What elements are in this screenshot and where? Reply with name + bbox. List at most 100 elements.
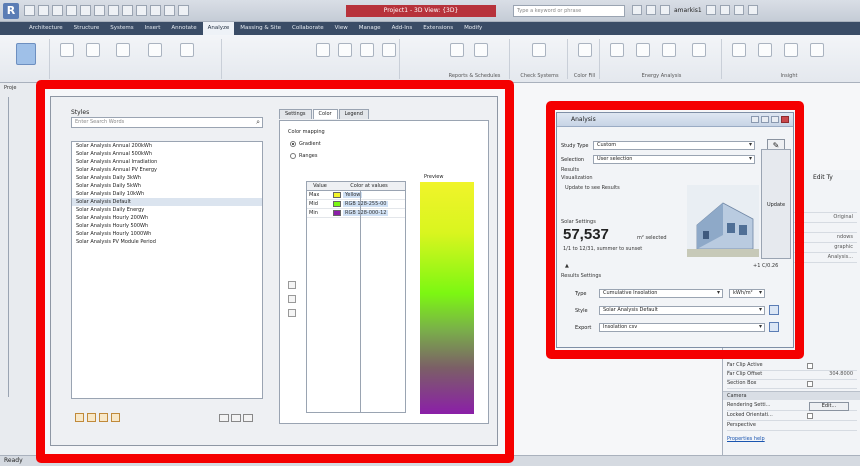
tab-settings[interactable]: Settings: [279, 109, 312, 119]
style-select[interactable]: Solar Analysis Default: [599, 306, 765, 315]
maximize-icon[interactable]: [771, 116, 779, 123]
app-menu-button[interactable]: R: [3, 3, 19, 19]
energy-model-icon[interactable]: [662, 43, 676, 57]
new-style-icon[interactable]: [75, 413, 84, 422]
color-table-row[interactable]: Mid RGB 128-255-00: [307, 200, 405, 209]
close-icon[interactable]: [781, 116, 789, 123]
modify-icon[interactable]: [16, 43, 36, 65]
selection-select[interactable]: User selection: [593, 155, 755, 164]
pin-icon[interactable]: [751, 116, 759, 123]
adjust-icon[interactable]: [116, 43, 130, 57]
far-clip-checkbox[interactable]: [807, 363, 813, 369]
color-table-row[interactable]: Max Yellow: [307, 191, 405, 200]
section-icon[interactable]: [136, 5, 147, 16]
boundary-icon[interactable]: [86, 43, 100, 57]
ribbon-tab-extensions[interactable]: Extensions: [418, 22, 458, 35]
location-icon[interactable]: [610, 43, 624, 57]
color-swatch[interactable]: [333, 192, 341, 198]
ribbon-tab-view[interactable]: View: [330, 22, 353, 35]
grid-view-icon[interactable]: [243, 414, 253, 422]
style-list-item[interactable]: Solar Analysis Hourly 200Wh: [72, 214, 262, 222]
user-name[interactable]: amarkis1: [674, 7, 702, 14]
rendering-edit-button[interactable]: Edit...: [809, 402, 849, 411]
ribbon-tab-manage[interactable]: Manage: [354, 22, 386, 35]
ribbon-tab-collaborate[interactable]: Collaborate: [287, 22, 329, 35]
ribbon-tab-analyze[interactable]: Analyze: [202, 22, 235, 35]
insight-icon[interactable]: [732, 43, 746, 57]
styles-filter-input[interactable]: Enter Search Words ⌕: [71, 117, 263, 128]
style-list-item[interactable]: Solar Analysis Daily Energy: [72, 206, 262, 214]
color-swatch[interactable]: [333, 210, 341, 216]
style-list-item[interactable]: Solar Analysis Daily 10kWh: [72, 190, 262, 198]
ribbon-tab-add-ins[interactable]: Add-Ins: [387, 22, 418, 35]
move-down-icon[interactable]: [288, 309, 296, 317]
heating-icon[interactable]: [758, 43, 772, 57]
switch-windows-icon[interactable]: [178, 5, 189, 16]
unit-select[interactable]: kWh/m²: [729, 289, 765, 298]
ranges-radio[interactable]: [290, 153, 296, 159]
undo-icon[interactable]: [52, 5, 63, 16]
styles-list[interactable]: Solar Analysis Annual 200kWh Solar Analys…: [71, 141, 263, 399]
locked-checkbox[interactable]: [807, 413, 813, 419]
save-icon[interactable]: [38, 5, 49, 16]
loads-icon[interactable]: [60, 43, 74, 57]
style-list-item[interactable]: Solar Analysis Annual Irradiation: [72, 158, 262, 166]
energy-settings-icon[interactable]: [636, 43, 650, 57]
duplicate-style-icon[interactable]: [87, 413, 96, 422]
add-row-icon[interactable]: [288, 281, 296, 289]
open-icon[interactable]: [24, 5, 35, 16]
tab-legend[interactable]: Legend: [338, 109, 369, 119]
binoculars-icon[interactable]: [632, 5, 642, 15]
text-icon[interactable]: [108, 5, 119, 16]
style-list-item[interactable]: Solar Analysis Annual PV Energy: [72, 166, 262, 174]
reset-icon[interactable]: [148, 43, 162, 57]
help-icon[interactable]: [719, 5, 730, 15]
minimize-icon[interactable]: [761, 116, 769, 123]
property-row-far-clip-active[interactable]: Far Clip Active: [727, 362, 857, 371]
section-box-checkbox[interactable]: [807, 381, 813, 387]
property-row-locked[interactable]: Locked Orientati...: [727, 412, 857, 421]
export-icon[interactable]: [769, 322, 779, 332]
search-input[interactable]: Type a keyword or phrase: [513, 5, 625, 17]
lighting-icon[interactable]: [784, 43, 798, 57]
rename-style-icon[interactable]: [99, 413, 108, 422]
color-row-value[interactable]: RGB 128-000-12: [343, 210, 389, 216]
thin-lines-icon[interactable]: [150, 5, 161, 16]
search-icon[interactable]: ⌕: [256, 118, 260, 127]
style-list-item[interactable]: Solar Analysis Annual 200kWh: [72, 142, 262, 150]
ribbon-tab-massing-site[interactable]: Massing & Site: [235, 22, 286, 35]
color-fill-icon[interactable]: [578, 43, 592, 57]
camera-section-header[interactable]: Camera: [723, 391, 860, 400]
edit-type-button[interactable]: Edit Ty: [813, 174, 833, 181]
style-list-item[interactable]: Solar Analysis Daily 3kWh: [72, 174, 262, 182]
style-list-item[interactable]: Solar Analysis Hourly 500Wh: [72, 222, 262, 230]
style-list-item[interactable]: Solar Analysis Daily 5kWh: [72, 182, 262, 190]
collapse-icon[interactable]: ▲: [565, 263, 569, 269]
redo-icon[interactable]: [66, 5, 77, 16]
path-icon[interactable]: [316, 43, 330, 57]
style-list-item[interactable]: Solar Analysis PV Module Period: [72, 238, 262, 246]
type-select[interactable]: Cumulative Insolation: [599, 289, 723, 298]
spot-icon[interactable]: [338, 43, 352, 57]
export-select[interactable]: Insolation csv: [599, 323, 765, 332]
measure-icon[interactable]: [94, 5, 105, 16]
ribbon-tab-annotate[interactable]: Annotate: [166, 22, 201, 35]
list-view-icon[interactable]: [219, 414, 229, 422]
grid-icon[interactable]: [382, 43, 396, 57]
panel-schedule-icon[interactable]: [474, 43, 488, 57]
consistency-icon[interactable]: [180, 43, 194, 57]
ranges-option[interactable]: Ranges: [290, 153, 317, 159]
schedule-icon[interactable]: [450, 43, 464, 57]
property-row-far-clip-offset[interactable]: Far Clip Offset 304.8000: [727, 371, 857, 380]
study-type-select[interactable]: Custom: [593, 141, 755, 150]
ribbon-tab-systems[interactable]: Systems: [105, 22, 138, 35]
subscription-icon[interactable]: [646, 5, 656, 15]
gradient-radio[interactable]: [290, 141, 296, 147]
3d-view-icon[interactable]: [122, 5, 133, 16]
delete-style-icon[interactable]: [111, 413, 120, 422]
tab-color[interactable]: Color: [312, 109, 338, 119]
color-table-row[interactable]: Min RGB 128-000-12: [307, 209, 405, 218]
properties-help-link[interactable]: Properties help: [727, 436, 765, 442]
color-swatch[interactable]: [333, 201, 341, 207]
update-button[interactable]: Update: [761, 149, 791, 259]
